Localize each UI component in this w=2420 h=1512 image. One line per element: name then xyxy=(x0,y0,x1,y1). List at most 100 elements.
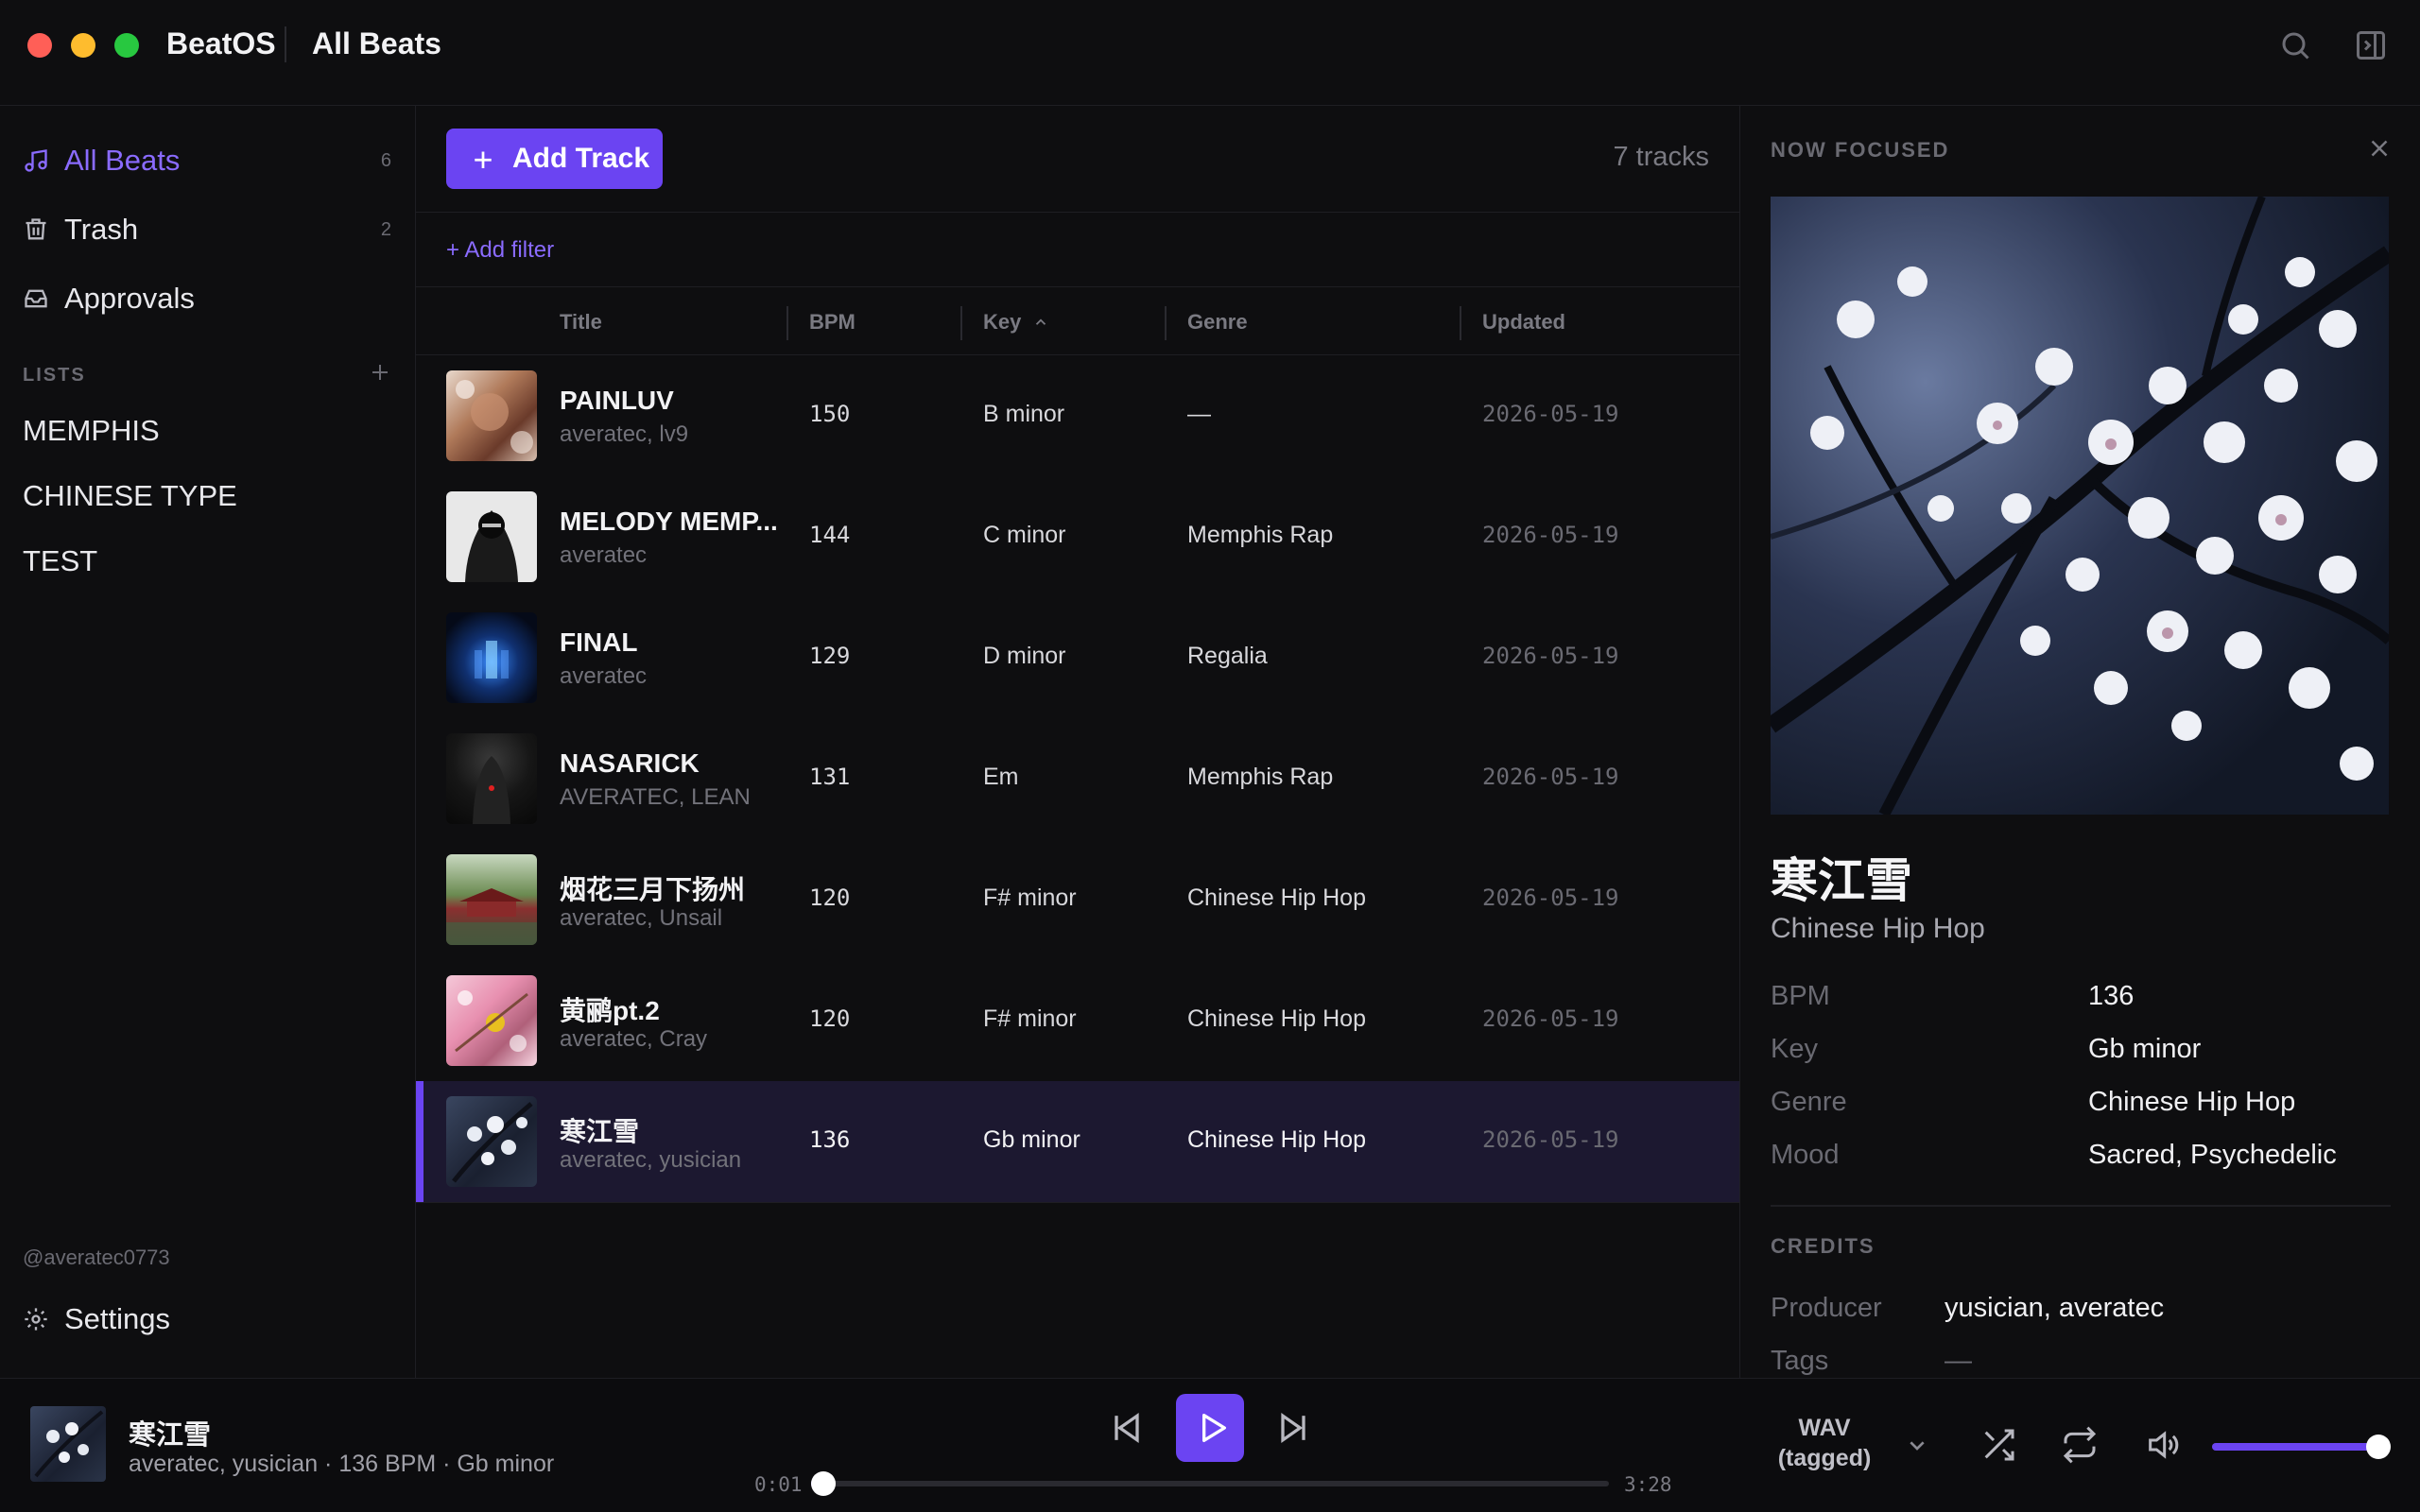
list-item-chinese-type[interactable]: CHINESE TYPE xyxy=(23,479,237,513)
track-artist: averatec, Unsail xyxy=(560,905,723,931)
column-header-bpm[interactable]: BPM xyxy=(809,310,856,335)
detail-genre: Chinese Hip Hop xyxy=(1771,913,1985,944)
track-key: D minor xyxy=(983,643,1066,669)
sidebar-item-trash[interactable]: Trash 2 xyxy=(0,201,416,258)
volume-slider[interactable] xyxy=(2212,1435,2391,1459)
table-row[interactable]: FINAL averatec 129 D minor Regalia 2026-… xyxy=(416,597,1739,718)
track-title: 烟花三月下扬州 xyxy=(560,875,746,904)
chevron-down-icon[interactable] xyxy=(1902,1430,1932,1460)
track-bpm: 129 xyxy=(809,643,851,669)
table-row[interactable]: NASARICK AVERATEC, LEAN 131 Em Memphis R… xyxy=(416,718,1739,839)
minimize-window-button[interactable] xyxy=(71,33,95,58)
sort-ascending-icon xyxy=(1032,314,1049,331)
sidebar-item-count: 2 xyxy=(380,218,391,240)
column-header-updated[interactable]: Updated xyxy=(1482,310,1565,335)
column-resize-handle[interactable] xyxy=(960,306,962,340)
track-updated: 2026-05-19 xyxy=(1482,643,1619,669)
track-count: 7 tracks xyxy=(1613,142,1709,172)
add-list-button[interactable] xyxy=(369,361,391,384)
volume-icon[interactable] xyxy=(2144,1426,2182,1464)
sidebar-item-label: Trash xyxy=(64,213,139,246)
column-header-genre[interactable]: Genre xyxy=(1187,310,1248,335)
track-key: F# minor xyxy=(983,1005,1077,1032)
cover-artwork xyxy=(1771,197,2389,815)
track-artwork xyxy=(446,854,537,945)
table-row[interactable]: MELODY MEMP... averatec 144 C minor Memp… xyxy=(416,476,1739,597)
volume-handle[interactable] xyxy=(2366,1435,2391,1459)
progress-handle[interactable] xyxy=(811,1471,836,1496)
track-bpm: 150 xyxy=(809,401,851,427)
elapsed-time: 0:01 xyxy=(754,1473,803,1496)
track-title: MELODY MEMP... xyxy=(560,507,778,536)
sidebar-item-approvals[interactable]: Approvals xyxy=(0,270,416,327)
shuffle-icon[interactable] xyxy=(1979,1426,2017,1464)
column-resize-handle[interactable] xyxy=(786,306,788,340)
track-list-panel: Add Track 7 tracks + Add filter Title BP… xyxy=(416,106,1739,1378)
credits-label: Tags xyxy=(1771,1346,1829,1376)
credits-label: Producer xyxy=(1771,1293,1882,1323)
add-track-label: Add Track xyxy=(512,143,650,174)
add-filter-button[interactable]: + Add filter xyxy=(446,237,554,264)
table-row[interactable]: 黄鹂pt.2 averatec, Cray 120 F# minor Chine… xyxy=(416,960,1739,1081)
trash-icon xyxy=(23,216,49,243)
progress-slider[interactable] xyxy=(811,1471,1609,1496)
sidebar-item-label: Approvals xyxy=(64,282,195,315)
title-separator xyxy=(285,26,286,62)
repeat-icon[interactable] xyxy=(2061,1426,2099,1464)
track-bpm: 144 xyxy=(809,522,851,548)
table-row[interactable]: PAINLUV averatec, lv9 150 B minor — 2026… xyxy=(416,355,1739,476)
detail-field-label: BPM xyxy=(1771,981,1830,1011)
track-key: B minor xyxy=(983,401,1065,427)
filter-bar: + Add filter xyxy=(416,212,1739,287)
track-bpm: 120 xyxy=(809,885,851,911)
track-artwork xyxy=(446,1096,537,1187)
track-genre: Chinese Hip Hop xyxy=(1187,885,1366,911)
track-key: C minor xyxy=(983,522,1066,548)
column-header-key[interactable]: Key xyxy=(983,310,1021,335)
track-artist: averatec, lv9 xyxy=(560,421,689,447)
next-track-button[interactable] xyxy=(1272,1407,1314,1449)
track-genre: Chinese Hip Hop xyxy=(1187,1126,1366,1153)
now-playing-subtitle: averatec, yusician · 136 BPM · Gb minor xyxy=(129,1451,555,1477)
detail-field-value: 136 xyxy=(2088,981,2135,1011)
play-button[interactable] xyxy=(1176,1394,1244,1462)
search-icon[interactable] xyxy=(2278,28,2312,62)
zoom-window-button[interactable] xyxy=(114,33,139,58)
detail-field-value: Sacred, Psychedelic xyxy=(2088,1140,2337,1170)
duration-time: 3:28 xyxy=(1624,1473,1672,1496)
plus-icon xyxy=(469,142,497,176)
column-header-title[interactable]: Title xyxy=(560,310,602,335)
column-resize-handle[interactable] xyxy=(1165,306,1167,340)
play-icon xyxy=(1193,1409,1231,1447)
app-name: BeatOS xyxy=(166,26,276,60)
track-title: FINAL xyxy=(560,627,638,657)
track-updated: 2026-05-19 xyxy=(1482,522,1619,548)
track-genre: Regalia xyxy=(1187,643,1268,669)
close-window-button[interactable] xyxy=(27,33,52,58)
credits-value: — xyxy=(1945,1346,1972,1376)
track-artist: AVERATEC, LEAN xyxy=(560,784,751,810)
detail-field-label: Mood xyxy=(1771,1140,1840,1170)
previous-track-button[interactable] xyxy=(1106,1407,1148,1449)
column-resize-handle[interactable] xyxy=(1460,306,1461,340)
user-handle: @averatec0773 xyxy=(23,1246,170,1269)
settings-label: Settings xyxy=(64,1302,171,1335)
format-selector[interactable]: WAV (tagged) xyxy=(1768,1413,1881,1473)
format-label: WAV xyxy=(1798,1415,1851,1441)
add-track-button[interactable]: Add Track xyxy=(446,129,663,189)
track-updated: 2026-05-19 xyxy=(1482,1005,1619,1032)
table-row-selected[interactable]: 寒江雪 averatec, yusician 136 Gb minor Chin… xyxy=(416,1081,1739,1202)
close-icon[interactable] xyxy=(2365,134,2394,163)
detail-divider xyxy=(1771,1205,2391,1207)
sidebar-item-all-beats[interactable]: All Beats 6 xyxy=(0,132,416,189)
table-bottom-divider xyxy=(416,1202,1739,1203)
list-item-memphis[interactable]: MEMPHIS xyxy=(23,414,160,448)
toggle-panel-icon[interactable] xyxy=(2354,28,2388,62)
sidebar-item-count: 6 xyxy=(380,149,391,171)
track-artwork xyxy=(446,370,537,461)
table-row[interactable]: 烟花三月下扬州 averatec, Unsail 120 F# minor Ch… xyxy=(416,839,1739,960)
list-item-test[interactable]: TEST xyxy=(23,544,97,578)
track-artwork xyxy=(446,975,537,1066)
detail-heading: NOW FOCUSED xyxy=(1771,138,1950,162)
settings-button[interactable]: Settings xyxy=(0,1291,416,1348)
